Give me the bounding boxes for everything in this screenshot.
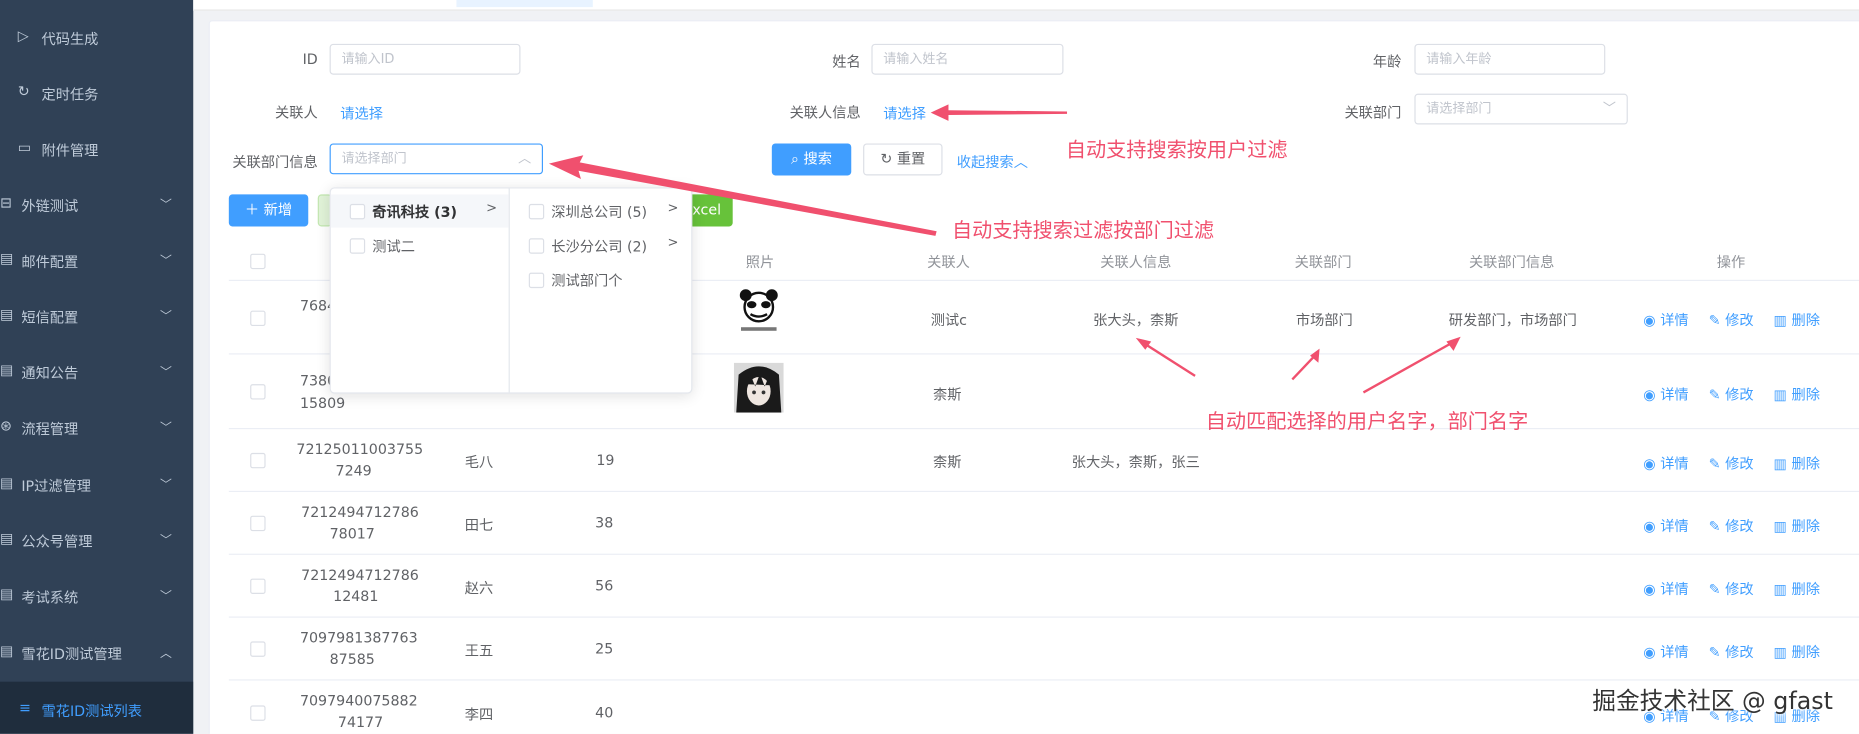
annotation-dept-filter: 自动支持搜索过滤按部门过滤 [952,219,1215,244]
annotation-user-filter: 自动支持搜索按用户过滤 [1065,138,1288,163]
page: { "sidebar": { "items": [ {"label": "代码生… [0,0,1859,734]
annotation-arrows [548,104,1461,394]
annotation-auto-match: 自动匹配选择的用户名字，部门名字 [1205,410,1529,434]
watermark: 掘金技术社区 @ gfast [1592,686,1833,715]
arrow-user-filter [930,104,1068,121]
arrow-dept-info [1362,341,1453,394]
arrow-contact-info [1142,341,1196,377]
arrow-dept [1291,353,1317,381]
arrow-dept-filter [548,155,937,236]
